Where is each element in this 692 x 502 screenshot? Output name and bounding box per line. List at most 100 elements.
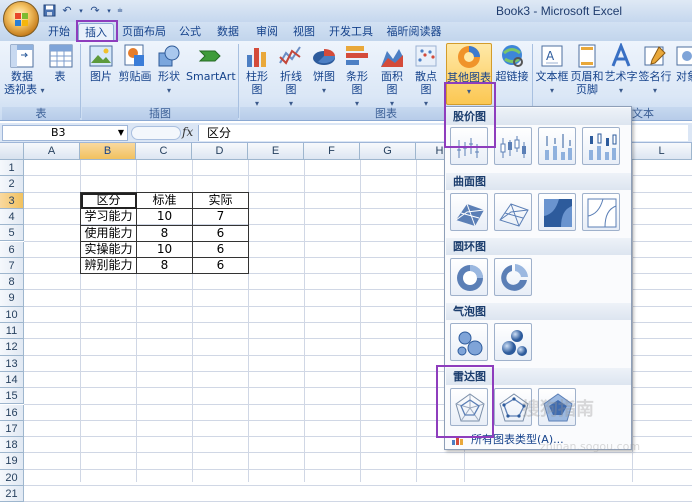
textbox-button[interactable]: A 文本框 ▾ (535, 43, 569, 97)
table-cell[interactable]: 6 (192, 257, 249, 275)
contour-chart-option[interactable] (538, 193, 576, 231)
bubble-3d-chart-option[interactable] (494, 323, 532, 361)
table-cell[interactable]: 7 (192, 208, 249, 226)
row-header[interactable]: 1 (0, 160, 24, 177)
table-cell[interactable]: 10 (136, 208, 193, 226)
row-header[interactable]: 9 (0, 290, 24, 307)
table-button[interactable]: 表 (48, 43, 73, 83)
chevron-down-icon[interactable]: ▼ (118, 126, 124, 140)
row-header[interactable]: 16 (0, 404, 24, 421)
select-all-corner[interactable] (0, 143, 24, 160)
table-cell[interactable]: 使用能力 (80, 224, 137, 242)
office-button[interactable] (3, 1, 39, 37)
name-box[interactable]: B3 ▼ (2, 125, 128, 141)
tab-developer[interactable]: 开发工具 (327, 23, 375, 41)
table-cell[interactable]: 6 (192, 240, 249, 259)
pie-chart-button[interactable]: 饼图 ▾ (311, 43, 337, 97)
section-bubble: 气泡图 (446, 303, 631, 320)
tab-data[interactable]: 数据 (213, 23, 243, 41)
row-header[interactable]: 14 (0, 371, 24, 389)
column-chart-button[interactable]: 柱形图 ▾ (241, 43, 273, 110)
save-icon[interactable] (42, 4, 56, 18)
tab-home[interactable]: 开始 (44, 23, 74, 41)
row-header[interactable]: 17 (0, 420, 24, 438)
pivot-table-button[interactable]: 数据 透视表 ▾ (4, 43, 45, 97)
customize-qat-icon[interactable]: ⩧ (116, 4, 124, 18)
wordart-button[interactable]: 艺术字 ▾ (604, 41, 638, 97)
tab-view[interactable]: 视图 (289, 23, 319, 41)
line-chart-button[interactable]: 折线图 ▾ (275, 43, 307, 110)
clipart-button[interactable]: 剪贴画 (118, 43, 152, 83)
table-cell[interactable]: 学习能力 (80, 208, 137, 226)
table-cell[interactable]: 8 (136, 224, 193, 242)
row-header[interactable]: 5 (0, 225, 24, 242)
bar-chart-button[interactable]: 条形图 ▾ (341, 43, 373, 110)
shapes-button[interactable]: 形状 ▾ (156, 43, 182, 97)
table-cell[interactable]: 区分 (80, 191, 137, 210)
row-header[interactable]: 6 (0, 241, 24, 258)
row-header[interactable]: 10 (0, 306, 24, 323)
column-header[interactable]: C (136, 143, 192, 160)
object-button[interactable]: 对象 (674, 43, 692, 83)
row-header[interactable]: 15 (0, 388, 24, 405)
column-header[interactable]: A (24, 143, 80, 160)
table-cell[interactable]: 8 (136, 257, 193, 275)
signature-line-button[interactable]: 签名行 ▾ (638, 43, 672, 97)
doughnut-chart-option[interactable] (450, 258, 488, 296)
table-cell[interactable]: 6 (192, 224, 249, 242)
exploded-doughnut-option[interactable] (494, 258, 532, 296)
chevron-down-icon[interactable]: ▾ (78, 4, 84, 18)
radar-chart-option[interactable] (450, 388, 488, 426)
row-header[interactable]: 19 (0, 453, 24, 470)
column-header[interactable]: D (192, 143, 248, 160)
area-chart-button[interactable]: 面积图 ▾ (376, 43, 408, 110)
column-header[interactable]: L (632, 143, 692, 160)
header-footer-button[interactable]: 页眉和 页脚 (570, 43, 604, 96)
table-cell[interactable]: 10 (136, 240, 193, 259)
smartart-button[interactable]: SmartArt (186, 43, 236, 83)
wireframe-3d-surface-option[interactable] (494, 193, 532, 231)
table-cell[interactable]: 标准 (136, 191, 193, 210)
column-header[interactable]: B (80, 143, 136, 160)
smartart-label: SmartArt (186, 70, 236, 83)
tab-review[interactable]: 审阅 (252, 23, 282, 41)
table-cell[interactable]: 辨别能力 (80, 257, 137, 275)
bubble-chart-option[interactable] (450, 323, 488, 361)
stock-ohlc-chart-option[interactable] (494, 127, 532, 165)
undo-icon[interactable]: ↶ (60, 4, 74, 18)
row-header[interactable]: 18 (0, 437, 24, 454)
tab-foxit-reader[interactable]: 福昕阅读器 (384, 23, 444, 41)
tab-insert[interactable]: 插入 (78, 23, 114, 41)
chevron-down-icon[interactable]: ▾ (106, 4, 112, 18)
scatter-chart-button[interactable]: 散点图 ▾ (410, 43, 442, 110)
row-header[interactable]: 3 (0, 192, 24, 209)
column-header[interactable]: G (360, 143, 416, 160)
redo-icon[interactable]: ↷ (88, 4, 102, 18)
row-header[interactable]: 12 (0, 339, 24, 356)
column-header[interactable]: F (304, 143, 360, 160)
table-cell[interactable]: 实操能力 (80, 240, 137, 259)
row-header[interactable]: 2 (0, 176, 24, 193)
row-header[interactable]: 4 (0, 208, 24, 226)
tab-page-layout[interactable]: 页面布局 (120, 23, 168, 41)
row-header[interactable]: 8 (0, 274, 24, 291)
fx-icon[interactable]: fx (182, 125, 193, 139)
picture-button[interactable]: 图片 (88, 43, 114, 83)
row-header[interactable]: 13 (0, 355, 24, 372)
stock-vohlc-chart-option[interactable] (582, 127, 620, 165)
stock-hlc-chart-option[interactable] (450, 127, 488, 165)
column-header[interactable]: E (248, 143, 304, 160)
row-header[interactable]: 11 (0, 323, 24, 340)
tab-formulas[interactable]: 公式 (175, 23, 205, 41)
surface-3d-chart-option[interactable] (450, 193, 488, 231)
stock-vhlc-chart-option[interactable] (538, 127, 576, 165)
hyperlink-button[interactable]: 超链接 (495, 43, 529, 83)
table-cell[interactable]: 实际 (192, 191, 249, 210)
wireframe-contour-option[interactable] (582, 193, 620, 231)
row-header[interactable]: 21 (0, 486, 24, 502)
row-header[interactable]: 7 (0, 257, 24, 275)
other-charts-button[interactable]: 其他图表 ▾ (446, 43, 492, 105)
formula-bar-resize-handle[interactable] (131, 126, 181, 140)
row-header[interactable]: 20 (0, 469, 24, 486)
title-bar: ↶ ▾ ↷ ▾ ⩧ Book3 - Microsoft Excel (0, 0, 692, 22)
